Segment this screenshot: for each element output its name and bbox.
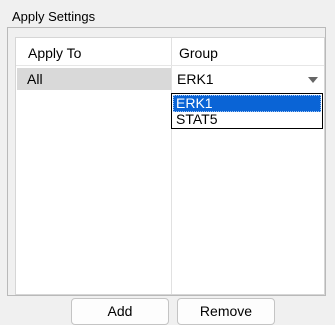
remove-button[interactable]: Remove xyxy=(177,298,275,325)
add-button[interactable]: Add xyxy=(71,298,169,325)
dropdown-option-stat5[interactable]: STAT5 xyxy=(173,111,321,128)
group-combo-box[interactable]: ERK1 xyxy=(172,68,324,90)
settings-table: Apply To Group All ERK1 ERK1 STAT5 xyxy=(15,37,325,295)
apply-settings-title: Apply Settings xyxy=(12,9,96,24)
table-header: Apply To Group xyxy=(16,38,324,66)
group-combo-value: ERK1 xyxy=(177,71,214,87)
apply-to-value: All xyxy=(27,71,43,87)
column-header-apply-to[interactable]: Apply To xyxy=(28,45,81,61)
dropdown-option-erk1[interactable]: ERK1 xyxy=(173,95,321,112)
chevron-down-icon[interactable] xyxy=(308,77,318,83)
group-dropdown-list: ERK1 STAT5 xyxy=(171,93,323,129)
table-row-apply-to-cell[interactable]: All xyxy=(17,68,171,90)
column-header-group[interactable]: Group xyxy=(179,45,218,61)
